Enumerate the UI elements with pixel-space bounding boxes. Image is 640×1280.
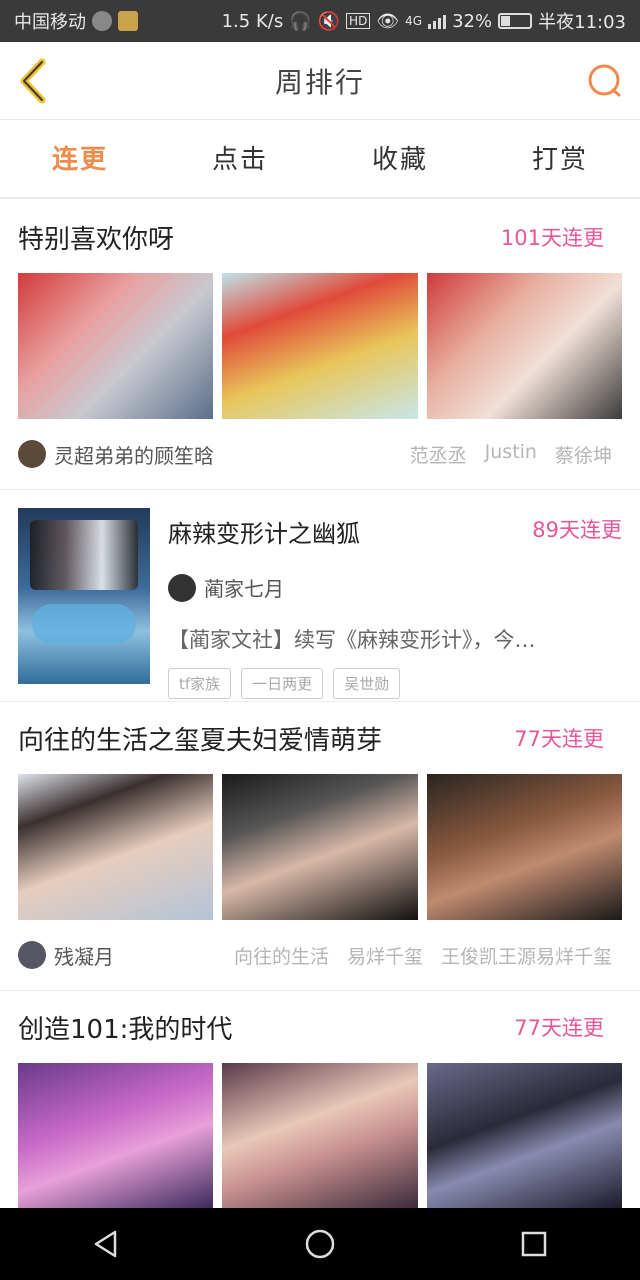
back-chevron-icon[interactable] <box>14 58 54 104</box>
book-cover <box>18 508 150 684</box>
header: 周排行 <box>0 42 640 120</box>
notification-icon <box>92 11 112 31</box>
story-photo <box>222 774 418 920</box>
story-title: 向往的生活之玺夏夫妇爱情萌芽 <box>18 725 383 756</box>
streak-badge: 77天连更 <box>514 1016 604 1040</box>
author-avatar <box>18 941 46 969</box>
story-photo <box>426 774 622 920</box>
streak-badge: 101天连更 <box>500 226 604 250</box>
headphone-icon: 🎧 <box>289 10 312 32</box>
app-badge-icon <box>118 11 138 31</box>
book-tag[interactable]: 一日两更 <box>241 668 324 699</box>
story-photo <box>426 1063 622 1208</box>
story-tag[interactable]: 向往的生活 <box>234 942 329 969</box>
author-avatar <box>18 440 46 468</box>
story-photo <box>222 273 418 419</box>
story-photo <box>18 1063 214 1208</box>
page-title: 周排行 <box>274 65 365 99</box>
ranking-list: 特别喜欢你呀 101天连更 灵超弟弟的顾笙晗 范丞丞 Justin 蔡徐坤 麻辣… <box>0 201 640 1208</box>
tab-rewards[interactable]: 打赏 <box>480 121 640 197</box>
home-circle-icon[interactable] <box>304 1228 336 1260</box>
network-type: 4G <box>405 14 423 28</box>
author-avatar <box>168 573 196 602</box>
battery-icon <box>498 13 533 29</box>
clock: 半夜11:03 <box>538 12 626 33</box>
carrier-label: 中国移动 <box>14 12 86 33</box>
tab-clicks[interactable]: 点击 <box>160 121 320 197</box>
story-tag[interactable]: 蔡徐坤 <box>555 441 612 468</box>
tab-favorites[interactable]: 收藏 <box>320 121 480 197</box>
status-bar: 中国移动 1.5 K/s 🎧 🔇 HD 👁 4G 32% 半夜11:03 <box>0 0 640 42</box>
search-icon[interactable] <box>586 62 624 100</box>
story-photo <box>222 1063 418 1208</box>
book-card[interactable]: 麻辣变形计之幽狐 89天连更 蔺家七月 【蔺家文社】续写《麻辣变形计》，今… t… <box>0 490 640 702</box>
story-card[interactable]: 向往的生活之玺夏夫妇爱情萌芽 77天连更 残凝月 向往的生活 易烊千玺 王俊凯王… <box>0 702 640 991</box>
story-tag[interactable]: 易烊千玺 <box>347 942 423 969</box>
mute-icon: 🔇 <box>317 10 341 32</box>
story-title: 创造101:我的时代 <box>18 1014 233 1045</box>
streak-badge: 89天连更 <box>532 518 622 542</box>
author-name[interactable]: 蔺家七月 <box>204 573 284 602</box>
book-tag[interactable]: 吴世勋 <box>333 668 401 699</box>
net-speed: 1.5 K/s <box>221 10 284 32</box>
tab-update-streak[interactable]: 连更 <box>0 121 160 197</box>
story-tag[interactable]: Justin <box>485 441 537 468</box>
streak-badge: 77天连更 <box>514 727 604 751</box>
author-name[interactable]: 灵超弟弟的顾笙晗 <box>54 440 214 469</box>
book-tag[interactable]: tf家族 <box>168 668 232 699</box>
battery-percent: 32% <box>452 10 493 32</box>
signal-icon <box>428 13 447 29</box>
system-nav-bar <box>0 1208 640 1280</box>
recents-square-icon[interactable] <box>519 1229 549 1259</box>
hd-icon: HD <box>346 13 371 29</box>
story-photo <box>18 273 214 419</box>
story-tag[interactable]: 范丞丞 <box>410 441 467 468</box>
back-triangle-icon[interactable] <box>91 1229 121 1259</box>
story-photo <box>426 273 622 419</box>
story-tag[interactable]: 王俊凯王源易烊千玺 <box>441 942 612 969</box>
eye-icon: 👁 <box>376 10 400 32</box>
ranking-tabs: 连更 点击 收藏 打赏 <box>0 121 640 199</box>
story-title: 特别喜欢你呀 <box>18 224 175 255</box>
author-name[interactable]: 残凝月 <box>54 941 114 970</box>
story-card[interactable]: 特别喜欢你呀 101天连更 灵超弟弟的顾笙晗 范丞丞 Justin 蔡徐坤 <box>0 201 640 490</box>
book-description: 【蔺家文社】续写《麻辣变形计》，今… <box>168 628 536 652</box>
story-photo <box>18 774 214 920</box>
story-card[interactable]: 创造101:我的时代 77天连更 <box>0 991 640 1208</box>
